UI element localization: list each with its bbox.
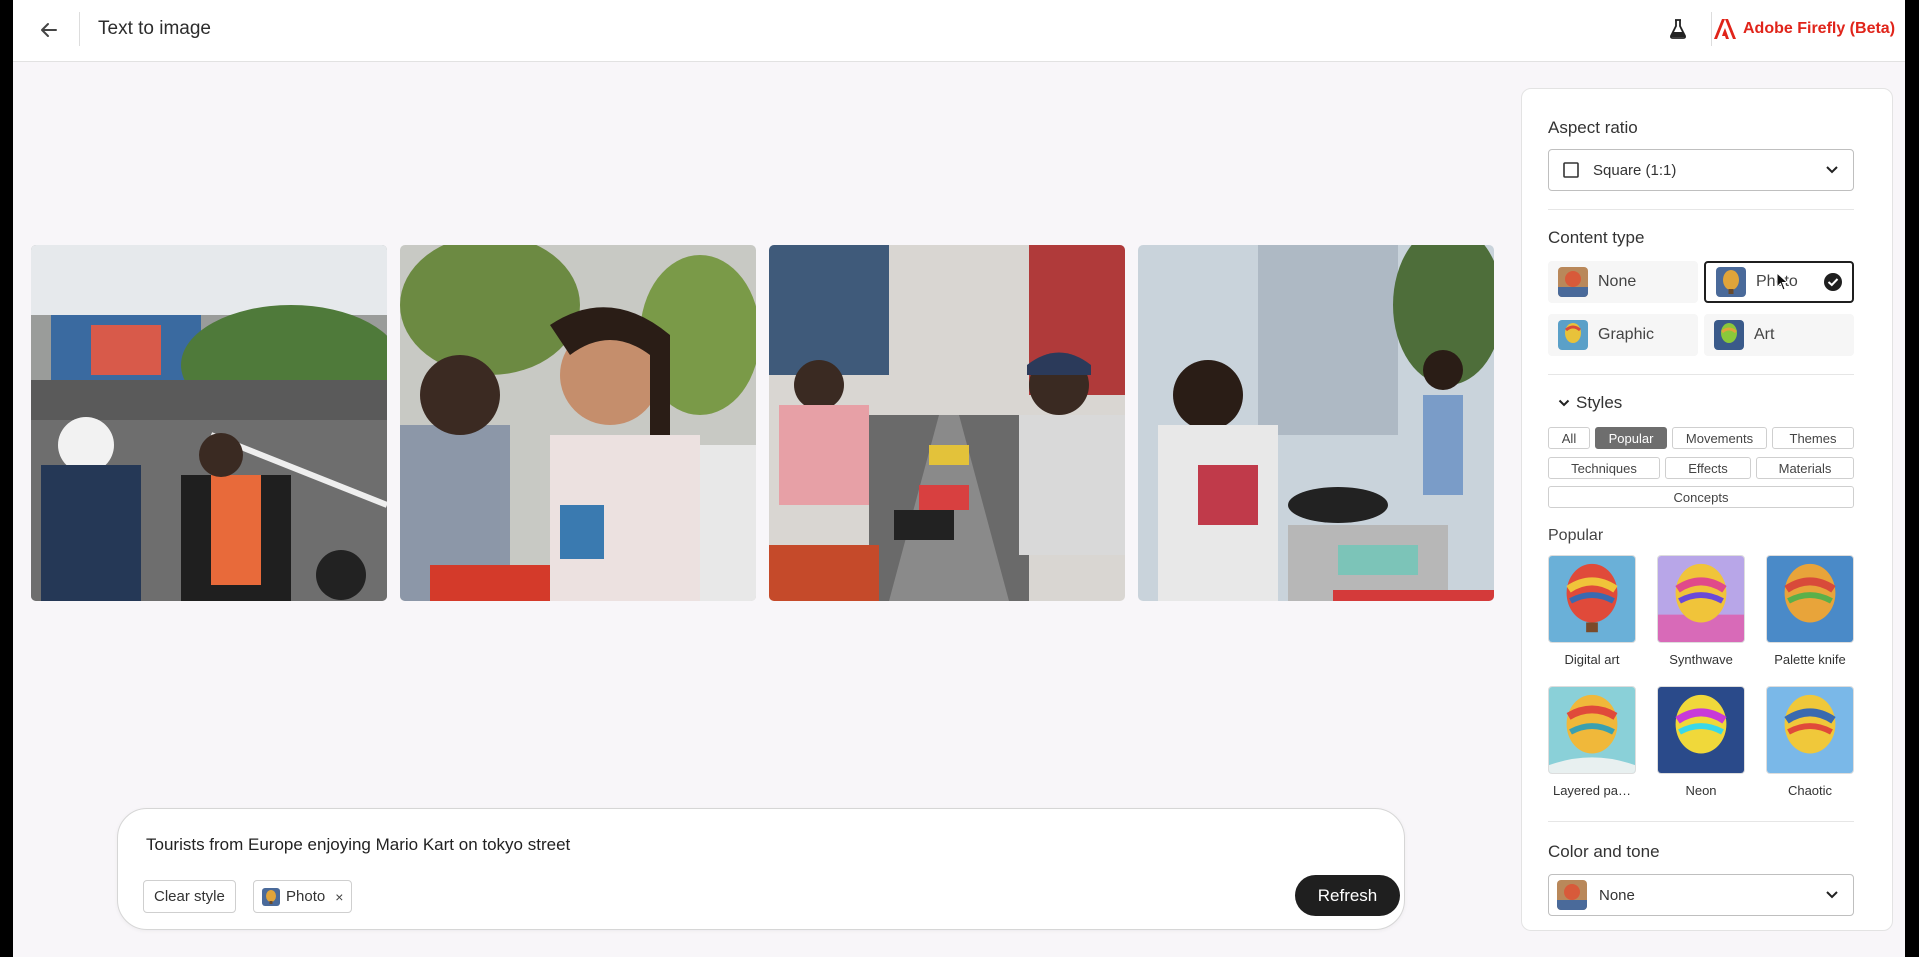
content-type-label: Content type xyxy=(1548,228,1645,247)
layered-paper-thumbnail xyxy=(1548,686,1636,774)
content-type-graphic-label: Graphic xyxy=(1598,326,1655,343)
style-label: Synthwave xyxy=(1669,652,1733,667)
photo-chip-label: Photo xyxy=(286,888,326,905)
square-icon xyxy=(1563,162,1579,178)
none-thumbnail-icon xyxy=(1558,267,1588,297)
style-tab-popular[interactable]: Popular xyxy=(1595,427,1667,449)
style-tab-movements[interactable]: Movements xyxy=(1672,427,1767,449)
color-tone-select[interactable]: None xyxy=(1548,874,1854,916)
clear-style-button[interactable]: Clear style xyxy=(143,880,236,913)
art-thumbnail-icon xyxy=(1714,320,1744,350)
photo-thumbnail-icon xyxy=(1716,267,1746,297)
photo-thumbnail-icon xyxy=(262,887,280,906)
style-digital-art[interactable]: Digital art xyxy=(1548,555,1636,667)
generated-image-1[interactable] xyxy=(31,245,387,601)
styles-title: Styles xyxy=(1576,393,1623,412)
neon-thumbnail xyxy=(1657,686,1745,774)
chevron-down-icon xyxy=(1558,399,1570,407)
generated-image-3[interactable] xyxy=(769,245,1125,601)
style-tab-concepts[interactable]: Concepts xyxy=(1548,486,1854,508)
arrow-left-icon xyxy=(41,23,57,37)
chevron-down-icon xyxy=(1825,890,1839,900)
popular-section-label: Popular xyxy=(1548,527,1604,544)
generated-image-2[interactable] xyxy=(400,245,756,601)
style-tab-techniques[interactable]: Techniques xyxy=(1548,457,1660,479)
mouse-cursor-icon xyxy=(1776,272,1789,291)
page-title: Text to image xyxy=(98,18,211,39)
prompt-input[interactable]: Tourists from Europe enjoying Mario Kart… xyxy=(146,835,1146,855)
style-palette-knife[interactable]: Palette knife xyxy=(1766,555,1854,667)
style-tab-all[interactable]: All xyxy=(1548,427,1590,449)
header-divider xyxy=(1711,12,1712,46)
close-icon[interactable]: × xyxy=(335,889,343,905)
style-label: Chaotic xyxy=(1787,783,1833,798)
content-type-none-label: None xyxy=(1598,273,1637,290)
photo-style-chip[interactable]: Photo × xyxy=(253,880,353,913)
synthwave-thumbnail xyxy=(1657,555,1745,643)
style-synthwave[interactable]: Synthwave xyxy=(1657,555,1745,667)
brand[interactable]: Adobe Firefly (Beta) xyxy=(1713,17,1895,41)
aspect-ratio-select[interactable]: Square (1:1) xyxy=(1548,149,1854,191)
divider xyxy=(1548,374,1854,375)
style-layered-paper[interactable]: Layered pa… xyxy=(1548,686,1636,798)
checkmark-icon xyxy=(1824,273,1842,291)
color-tone-value: None xyxy=(1599,886,1635,904)
style-tab-themes[interactable]: Themes xyxy=(1772,427,1854,449)
content-type-graphic[interactable]: Graphic xyxy=(1548,314,1698,356)
digital-art-thumbnail xyxy=(1548,555,1636,643)
divider xyxy=(1548,821,1854,822)
style-tab-effects[interactable]: Effects xyxy=(1665,457,1751,479)
style-label: Layered pa… xyxy=(1552,783,1632,798)
style-label: Digital art xyxy=(1564,652,1620,667)
style-chaotic[interactable]: Chaotic xyxy=(1766,686,1854,798)
content-type-art-label: Art xyxy=(1754,326,1775,343)
top-bar: Text to image Adobe Firefly (Beta) xyxy=(13,0,1905,62)
app-window: Text to image Adobe Firefly (Beta) Touri… xyxy=(13,0,1905,957)
adobe-logo-icon xyxy=(1713,17,1737,41)
refresh-button[interactable]: Refresh xyxy=(1295,875,1400,916)
styles-section-toggle[interactable]: Styles xyxy=(1558,393,1622,413)
style-label: Neon xyxy=(1685,783,1717,798)
aspect-ratio-label: Aspect ratio xyxy=(1548,118,1638,137)
prompt-bar: Tourists from Europe enjoying Mario Kart… xyxy=(117,808,1405,930)
style-neon[interactable]: Neon xyxy=(1657,686,1745,798)
divider xyxy=(1548,209,1854,210)
chaotic-thumbnail xyxy=(1766,686,1854,774)
header-divider xyxy=(79,12,80,46)
chevron-down-icon xyxy=(1825,165,1839,175)
color-tone-label: Color and tone xyxy=(1548,842,1660,861)
back-button[interactable] xyxy=(33,14,65,46)
graphic-thumbnail-icon xyxy=(1558,320,1588,350)
style-tab-materials[interactable]: Materials xyxy=(1756,457,1854,479)
palette-knife-thumbnail xyxy=(1766,555,1854,643)
content-type-none[interactable]: None xyxy=(1548,261,1698,303)
settings-panel: Aspect ratio Square (1:1) Content type N… xyxy=(1521,88,1893,931)
color-tone-thumbnail-icon xyxy=(1557,880,1587,910)
brand-name: Adobe Firefly (Beta) xyxy=(1743,20,1896,37)
aspect-ratio-value: Square (1:1) xyxy=(1593,161,1677,179)
content-type-art[interactable]: Art xyxy=(1704,314,1854,356)
style-label: Palette knife xyxy=(1774,652,1846,667)
flask-icon[interactable] xyxy=(1665,16,1691,42)
generated-image-4[interactable] xyxy=(1138,245,1494,601)
